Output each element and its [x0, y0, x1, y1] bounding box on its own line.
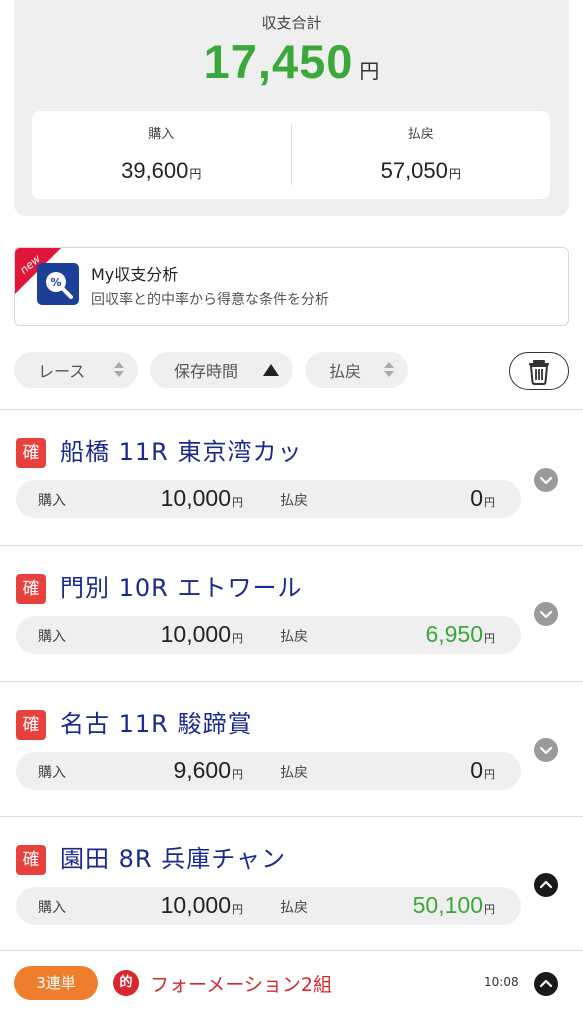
balance-total-value: 17,450 — [203, 35, 354, 88]
chevron-up-icon — [539, 880, 553, 889]
payout-label: 払戻 — [280, 629, 308, 645]
payout-amount: 0 — [470, 485, 483, 511]
purchase-label: 購入 — [38, 629, 66, 645]
svg-text:%: % — [50, 276, 61, 289]
purchase-value: 10,000円 — [161, 621, 243, 648]
yen-unit: 円 — [232, 497, 243, 509]
confirmed-badge: 確 — [16, 845, 46, 875]
sort-by-payout-button[interactable]: 払戻 — [305, 352, 408, 388]
chevron-down-icon — [539, 476, 553, 485]
yen-unit: 円 — [484, 904, 495, 916]
balance-total: 17,450 円 — [14, 34, 569, 89]
payout-label: 払戻 — [407, 127, 434, 142]
balance-total-label: 収支合計 — [261, 14, 322, 32]
sort-arrows-icon — [384, 362, 394, 378]
yen-unit: 円 — [484, 633, 495, 645]
payout-value: 50,100円 — [413, 892, 495, 919]
race-title: 船橋 11R 東京湾カッ — [60, 438, 303, 466]
trash-icon — [529, 360, 549, 385]
purchase-amount: 10,000 — [160, 892, 231, 918]
sort-by-race-button[interactable]: レース — [14, 352, 138, 388]
balance-summary-card: 収支合計 17,450 円 購入 39,600円 払戻 57,050円 — [14, 0, 569, 216]
purchase-amount: 39,600 — [121, 158, 189, 183]
expand-button[interactable] — [534, 738, 558, 762]
payout-label: 払戻 — [280, 900, 308, 916]
chevron-down-icon — [539, 746, 553, 755]
chevron-up-icon — [539, 979, 553, 988]
sort-race-label: レース — [38, 362, 86, 381]
hit-badge: 的 — [113, 970, 139, 996]
purchase-amount: 10,000 — [160, 621, 231, 647]
purchase-unit: 円 — [189, 167, 202, 181]
collapse-button[interactable] — [534, 873, 558, 897]
purchase-value: 10,000円 — [161, 485, 243, 512]
yen-unit: 円 — [232, 904, 243, 916]
purchase-amount: 9,600 — [173, 757, 231, 783]
purchase-label: 購入 — [38, 900, 66, 916]
race-amount-bar: 購入 10,000円 払戻 0円 — [16, 480, 521, 518]
purchase-label: 購入 — [38, 493, 66, 509]
expand-button[interactable] — [534, 468, 558, 492]
delete-button[interactable] — [509, 352, 569, 390]
yen-unit: 円 — [232, 633, 243, 645]
payout-value: 6,950円 — [425, 621, 495, 648]
payout-amount: 50,100 — [412, 892, 483, 918]
race-item[interactable]: 確 門別 10R エトワール 購入 10,000円 払戻 6,950円 — [0, 545, 583, 681]
race-item[interactable]: 確 名古 11R 駿蹄賞 購入 9,600円 払戻 0円 — [0, 681, 583, 816]
percent-magnifier-icon: % — [37, 263, 79, 305]
confirmed-badge: 確 — [16, 574, 46, 604]
sort-by-saved-time-button[interactable]: 保存時間 — [150, 352, 293, 388]
race-amount-bar: 購入 10,000円 払戻 6,950円 — [16, 616, 521, 654]
payout-amount: 57,050 — [380, 158, 448, 183]
race-item[interactable]: 確 船橋 11R 東京湾カッ 購入 10,000円 払戻 0円 — [0, 409, 583, 545]
banner-title: My収支分析 — [91, 265, 179, 284]
balance-total-unit: 円 — [359, 59, 380, 83]
purchase-summary: 購入 39,600円 — [32, 111, 291, 199]
race-amount-bar: 購入 9,600円 払戻 0円 — [16, 752, 521, 790]
bet-description: フォーメーション2組 — [150, 974, 332, 996]
payout-value: 0円 — [470, 485, 495, 512]
race-title: 名古 11R 駿蹄賞 — [60, 710, 253, 738]
payout-summary: 払戻 57,050円 — [290, 125, 551, 185]
race-amount-bar: 購入 10,000円 払戻 50,100円 — [16, 887, 521, 925]
purchase-label: 購入 — [38, 765, 66, 781]
payout-label: 払戻 — [280, 765, 308, 781]
sort-arrows-icon — [114, 362, 124, 378]
race-item[interactable]: 確 園田 8R 兵庫チャン 購入 10,000円 払戻 50,100円 — [0, 816, 583, 950]
bet-row[interactable]: 3連単 的 フォーメーション2組 10:08 — [0, 950, 583, 1024]
payout-amount: 6,950 — [425, 621, 483, 647]
purchase-value: 39,600円 — [32, 158, 291, 184]
yen-unit: 円 — [232, 769, 243, 781]
purchase-amount: 10,000 — [160, 485, 231, 511]
race-title: 園田 8R 兵庫チャン — [60, 845, 286, 873]
chevron-down-icon — [539, 610, 553, 619]
purchase-label: 購入 — [148, 127, 175, 142]
purchase-value: 10,000円 — [161, 892, 243, 919]
payout-amount: 0 — [470, 757, 483, 783]
yen-unit: 円 — [484, 497, 495, 509]
confirmed-badge: 確 — [16, 710, 46, 740]
my-balance-analysis-banner[interactable]: new % My収支分析 回収率と的中率から得意な条件を分析 — [14, 247, 569, 326]
payout-label: 払戻 — [280, 493, 308, 509]
sort-payout-label: 払戻 — [329, 362, 362, 381]
banner-description: 回収率と的中率から得意な条件を分析 — [91, 292, 329, 308]
payout-value: 57,050円 — [292, 158, 551, 184]
purchase-value: 9,600円 — [173, 757, 243, 784]
sort-ascending-icon — [263, 364, 279, 376]
payout-unit: 円 — [448, 167, 461, 181]
expand-button[interactable] — [534, 602, 558, 626]
payout-value: 0円 — [470, 757, 495, 784]
race-title: 門別 10R エトワール — [60, 574, 303, 602]
collapse-button[interactable] — [534, 972, 558, 996]
sort-time-label: 保存時間 — [174, 362, 239, 381]
bet-type-badge: 3連単 — [14, 966, 98, 1000]
bet-time: 10:08 — [484, 975, 519, 989]
purchase-payout-box: 購入 39,600円 払戻 57,050円 — [32, 111, 550, 199]
confirmed-badge: 確 — [16, 438, 46, 468]
yen-unit: 円 — [484, 769, 495, 781]
